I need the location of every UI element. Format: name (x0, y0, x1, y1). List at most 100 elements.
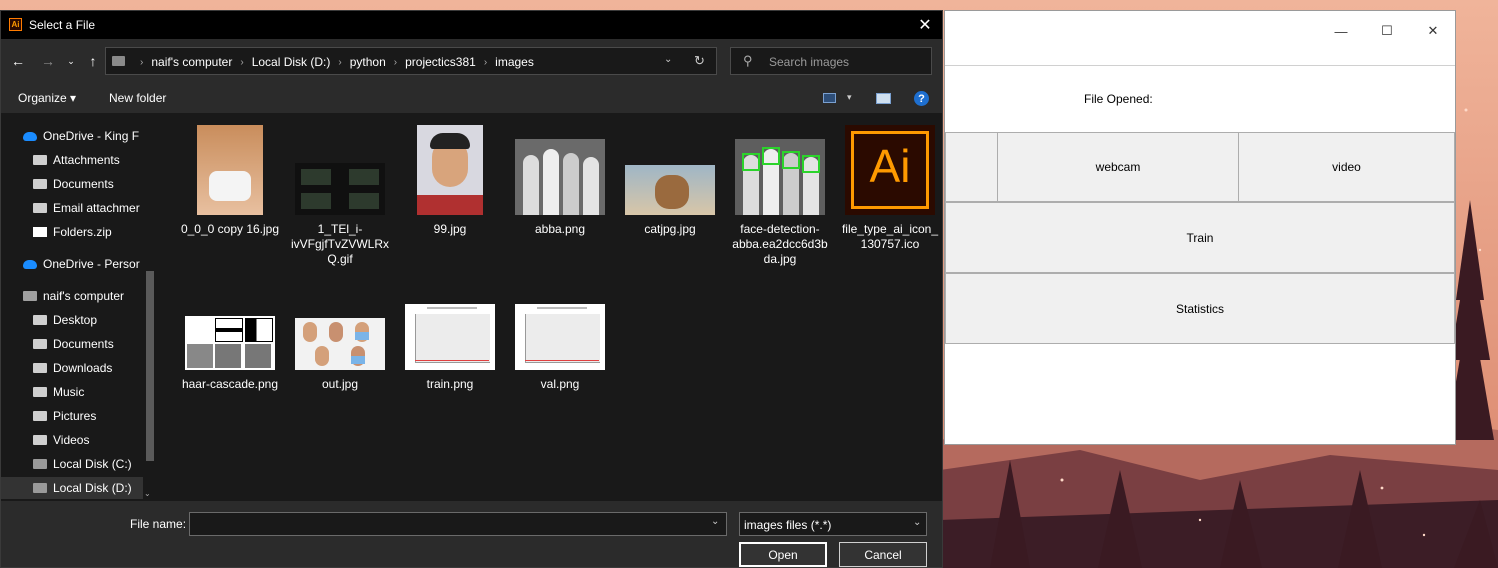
file-name-input[interactable] (189, 512, 727, 536)
file-name-chevron-icon[interactable]: ⌄ (711, 516, 719, 527)
view-options-chevron-icon[interactable]: ▾ (847, 92, 852, 103)
folder-icon (33, 339, 47, 349)
tree-item[interactable]: Local Disk (C:) (1, 453, 143, 475)
address-bar[interactable]: › naif's computer › Local Disk (D:) › py… (105, 47, 717, 75)
file-name-label: File name: (130, 517, 187, 531)
folder-icon (33, 203, 47, 213)
tree-item-label: Attachments (53, 153, 120, 167)
portrait-man-thumbnail (417, 125, 483, 215)
search-input[interactable] (767, 52, 931, 72)
change-view-icon[interactable] (823, 93, 836, 103)
navigation-bar: ← → ⌄ ↑ › naif's computer › Local Disk (… (1, 39, 942, 83)
partial-button[interactable] (945, 132, 998, 202)
tree-item[interactable]: Pictures (1, 405, 143, 427)
folder-icon (33, 435, 47, 445)
tree-item[interactable]: Music (1, 381, 143, 403)
breadcrumb-separator[interactable]: › (240, 57, 243, 68)
cancel-button[interactable]: Cancel (839, 542, 927, 567)
dialog-close-button[interactable]: ✕ (909, 11, 941, 39)
recent-locations-chevron-icon[interactable]: ⌄ (62, 52, 80, 70)
forward-arrow-icon[interactable]: → (39, 52, 57, 70)
tree-item-label: Local Disk (D:) (53, 481, 132, 495)
thumbnail-frame (509, 119, 611, 215)
thumbnail-frame: Ai (839, 119, 941, 215)
computer-icon (112, 56, 125, 66)
folder-icon (33, 363, 47, 373)
tree-item[interactable]: Documents (1, 173, 143, 195)
breadcrumb-separator[interactable]: › (338, 57, 341, 68)
file-name: 99.jpg (433, 222, 467, 236)
tree-item[interactable]: Documents (1, 333, 143, 355)
file-type-select[interactable]: images files (*.*) ⌄ (739, 512, 927, 536)
file-name: out.jpg (321, 377, 359, 391)
address-history-chevron-icon[interactable]: ⌄ (664, 54, 672, 65)
tree-item[interactable]: OneDrive - King F (1, 125, 143, 147)
organize-button[interactable]: Organize ▾ (18, 91, 76, 105)
plot-thumbnail (405, 304, 495, 370)
illustrator-app-icon: Ai (9, 18, 22, 31)
thumbnail-frame (509, 288, 611, 370)
maximize-button[interactable]: ☐ (1364, 11, 1410, 51)
refresh-icon[interactable]: ↻ (694, 53, 705, 69)
drive-icon (33, 459, 47, 469)
dialog-title: Select a File (29, 18, 96, 32)
file-name: train.png (426, 377, 474, 391)
breadcrumb-item[interactable]: projectics381 (405, 55, 476, 69)
video-button[interactable]: video (1238, 132, 1455, 202)
breadcrumb: › naif's computer › Local Disk (D:) › py… (132, 55, 534, 69)
tree-item-label: naif's computer (43, 289, 124, 303)
tree-item[interactable]: Videos (1, 429, 143, 451)
back-arrow-icon[interactable]: ← (9, 52, 27, 70)
breadcrumb-item[interactable]: naif's computer (151, 55, 232, 69)
tree-item[interactable]: Desktop (1, 309, 143, 331)
tree-item-label: Local Disk (C:) (53, 457, 132, 471)
file-type-value: images files (*.*) (744, 518, 832, 532)
tree-item[interactable]: Email attachmer (1, 197, 143, 219)
tree-item-label: Videos (53, 433, 90, 447)
tree-item[interactable]: Local Disk (D:) (1, 477, 143, 499)
new-folder-button[interactable]: New folder (109, 91, 166, 105)
file-name: face-detection-abba.ea2dcc6d3bda.jpg (732, 222, 828, 266)
train-button[interactable]: Train (945, 202, 1455, 273)
tree-item-label: Folders.zip (53, 225, 112, 239)
tree-item-label: Desktop (53, 313, 98, 327)
cloud-icon (23, 259, 37, 269)
statistics-button[interactable]: Statistics (945, 273, 1455, 344)
help-icon[interactable]: ? (914, 91, 929, 106)
zip-icon (33, 227, 47, 237)
nav-scrollbar-thumb[interactable] (146, 271, 154, 461)
thumbnail-frame (399, 288, 501, 370)
file-name: catjpg.jpg (644, 222, 696, 236)
up-arrow-icon[interactable]: ↑ (84, 52, 102, 70)
file-opened-area: File Opened: (945, 65, 1455, 134)
tree-item-label: Email attachmer (53, 201, 140, 215)
tree-item[interactable]: naif's computer (1, 285, 143, 307)
breadcrumb-separator[interactable]: › (394, 57, 397, 68)
tree-item[interactable]: Folders.zip (1, 221, 143, 243)
file-type-chevron-icon[interactable]: ⌄ (913, 517, 921, 528)
thumbnail-frame (399, 119, 501, 215)
cat-thumbnail (625, 165, 715, 215)
tree-item[interactable]: Attachments (1, 149, 143, 171)
breadcrumb-separator[interactable]: › (484, 57, 487, 68)
folder-icon (33, 315, 47, 325)
tree-item[interactable]: Downloads (1, 357, 143, 379)
drive-icon (33, 483, 47, 493)
search-box: ⚲ (730, 47, 932, 75)
scroll-down-chevron-icon[interactable]: ⌄ (144, 489, 151, 498)
webcam-button[interactable]: webcam (997, 132, 1239, 202)
ai-icon-thumbnail: Ai (845, 125, 935, 215)
group-detect-thumbnail (735, 139, 825, 215)
app-close-button[interactable]: ✕ (1410, 11, 1456, 51)
breadcrumb-item[interactable]: images (495, 55, 534, 69)
tree-item[interactable]: OneDrive - Persor (1, 253, 143, 275)
file-name: abba.png (534, 222, 586, 236)
thumbnail-frame (179, 288, 281, 370)
minimize-button[interactable]: — (1318, 11, 1364, 51)
file-name: 1_TEl_i-ivVFgjfTvZVWLRxQ.gif (290, 222, 389, 266)
tree-item-label: Music (53, 385, 85, 399)
preview-pane-icon[interactable] (876, 93, 891, 104)
breadcrumb-item[interactable]: Local Disk (D:) (252, 55, 331, 69)
breadcrumb-item[interactable]: python (350, 55, 386, 69)
open-button[interactable]: Open (739, 542, 827, 567)
